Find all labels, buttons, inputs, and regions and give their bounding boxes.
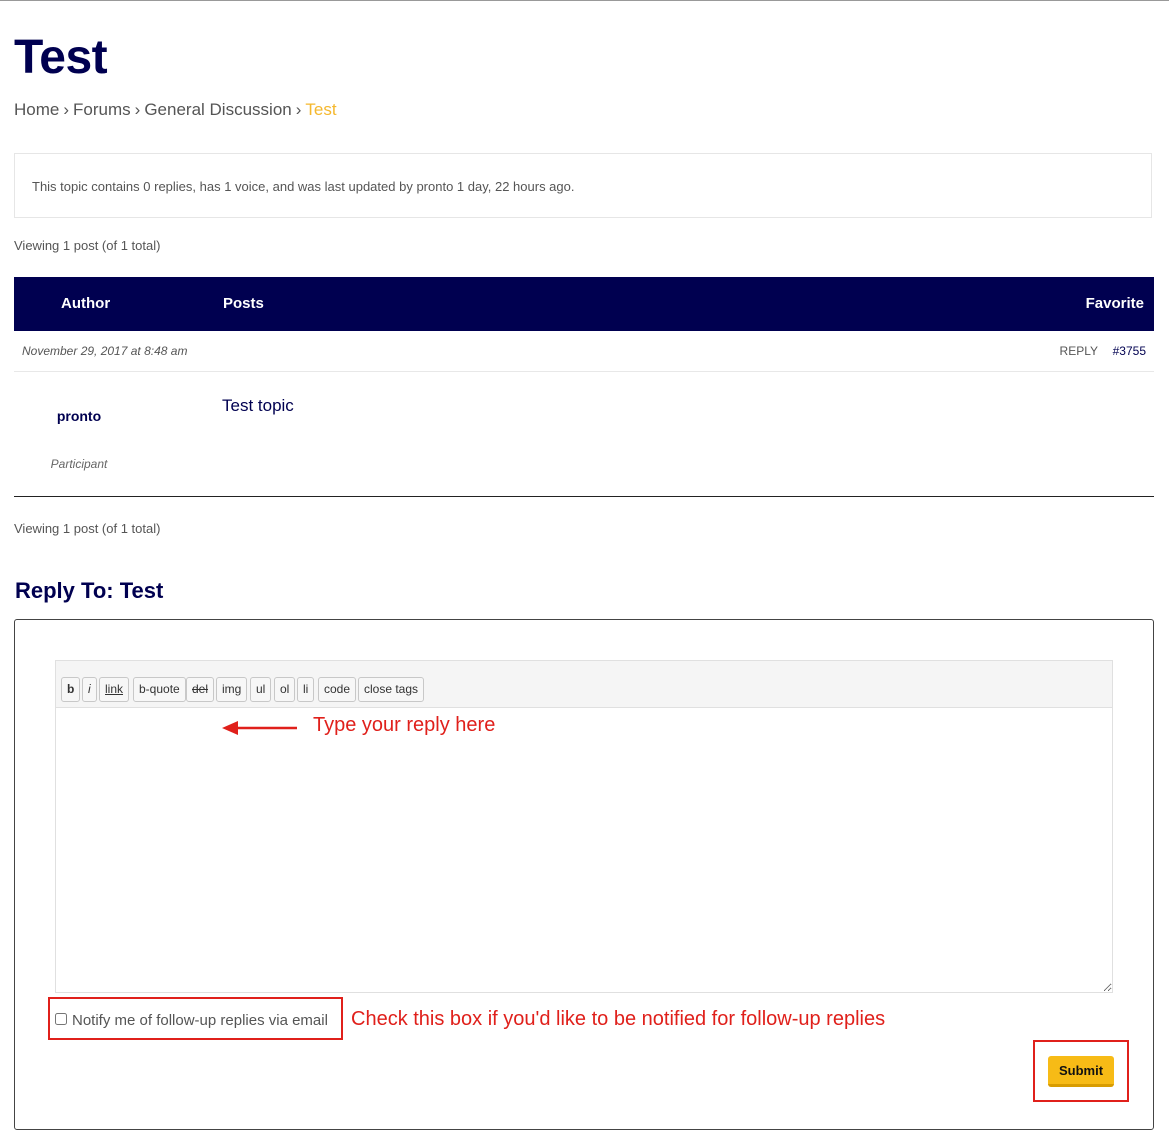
bold-button[interactable]: b <box>61 677 81 702</box>
ul-button[interactable]: ul <box>250 677 272 702</box>
breadcrumb-current: Test <box>305 100 337 119</box>
breadcrumb-separator: › <box>63 100 70 119</box>
reply-hint-annotation: Type your reply here <box>313 714 496 736</box>
notify-label[interactable]: Notify me of follow-up replies via email <box>72 1012 328 1029</box>
italic-button[interactable]: i <box>82 677 97 702</box>
breadcrumb-separator: › <box>295 100 302 119</box>
close-tags-button[interactable]: close tags <box>358 677 425 702</box>
post-permalink[interactable]: #3755 <box>1113 344 1146 358</box>
breadcrumb-general-discussion[interactable]: General Discussion <box>144 100 291 119</box>
breadcrumb: Home › Forums › General Discussion › Test <box>14 100 337 120</box>
ol-button[interactable]: ol <box>274 677 296 702</box>
breadcrumb-separator: › <box>134 100 141 119</box>
header-favorite[interactable]: Favorite <box>1086 295 1144 312</box>
pagination-count-top: Viewing 1 post (of 1 total) <box>14 238 161 253</box>
reply-textarea[interactable] <box>55 707 1113 993</box>
breadcrumb-forums[interactable]: Forums <box>73 100 131 119</box>
breadcrumb-home[interactable]: Home <box>14 100 59 119</box>
editor-toolbar: b i link b-quote del img ul ol li code c… <box>55 660 1113 708</box>
notify-hint-annotation: Check this box if you'd like to be notif… <box>351 1008 886 1030</box>
notify-checkbox[interactable] <box>55 1013 67 1025</box>
topic-table-header: Author Posts Favorite <box>14 277 1154 331</box>
top-divider <box>0 0 1169 1</box>
submit-button[interactable]: Submit <box>1048 1056 1114 1087</box>
post-header: November 29, 2017 at 8:48 am REPLY #3755 <box>14 331 1154 372</box>
header-author: Author <box>61 295 111 312</box>
author-role: Participant <box>50 457 108 471</box>
reply-heading: Reply To: Test <box>15 578 164 603</box>
code-button[interactable]: code <box>318 677 357 702</box>
author-name[interactable]: pronto <box>14 408 144 424</box>
li-button[interactable]: li <box>297 677 315 702</box>
img-button[interactable]: img <box>216 677 248 702</box>
arrow-left-icon <box>222 721 297 735</box>
page-title: Test <box>14 31 108 84</box>
post-divider <box>14 496 1154 497</box>
post-date: November 29, 2017 at 8:48 am <box>22 344 188 358</box>
reply-link[interactable]: REPLY <box>1060 344 1098 358</box>
header-posts: Posts <box>223 295 264 312</box>
del-button[interactable]: del <box>186 677 215 702</box>
pagination-count-bottom: Viewing 1 post (of 1 total) <box>14 521 161 536</box>
link-button[interactable]: link <box>99 677 130 702</box>
topic-info-notice: This topic contains 0 replies, has 1 voi… <box>14 153 1152 218</box>
post-content: Test topic <box>222 396 294 415</box>
blockquote-button[interactable]: b-quote <box>133 677 186 702</box>
